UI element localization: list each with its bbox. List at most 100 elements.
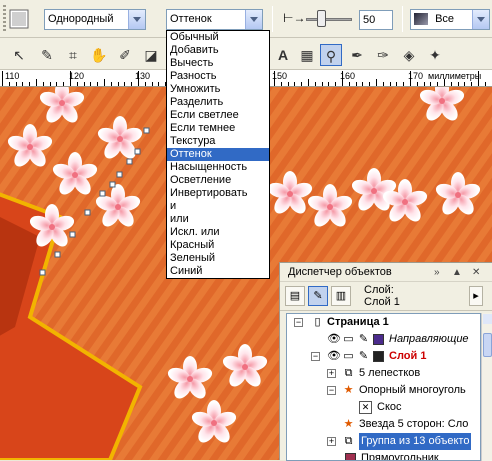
transparency-type-icon[interactable] (8, 8, 30, 30)
shape-tool-icon[interactable]: ✎ (36, 44, 58, 66)
opacity-slider-track[interactable] (306, 18, 352, 21)
interactive-fill-icon[interactable]: ✦ (424, 44, 446, 66)
ruler-tick (118, 82, 119, 86)
expand-toggle-icon[interactable]: + (327, 369, 336, 378)
show-properties-icon[interactable]: ▤ (285, 286, 305, 306)
ruler-tick (36, 79, 37, 86)
transparency-tool-icon[interactable]: ⚲ (320, 44, 342, 66)
dropdown-option[interactable]: Осветление (167, 174, 269, 187)
dropdown-option[interactable]: Оттенок (167, 148, 269, 161)
smart-fill-icon[interactable]: ◪ (140, 44, 162, 66)
dropdown-option[interactable]: Умножить (167, 83, 269, 96)
close-icon[interactable]: ✕ (472, 263, 480, 282)
flyout-arrow-icon[interactable]: ▸ (469, 286, 483, 306)
dropdown-option[interactable]: или (167, 213, 269, 226)
fill-target-icon (414, 13, 428, 25)
outline-pen-icon[interactable]: ✑ (372, 44, 394, 66)
ruler-tick (444, 79, 445, 86)
tree-row-star[interactable]: ★ Звезда 5 сторон: Сло (287, 416, 481, 433)
target-value: Все (435, 13, 454, 25)
docker-title: Диспетчер объектов (288, 266, 392, 278)
chevron-down-icon[interactable] (245, 10, 262, 29)
dropdown-option[interactable]: Разность (167, 70, 269, 83)
pencil-icon[interactable]: ✎ (357, 350, 370, 363)
dropdown-option[interactable]: Добавить (167, 44, 269, 57)
docker-toolbar: ▤ ✎ ▥ Слой: Слой 1 ▸ (280, 282, 492, 311)
ruler-tick (90, 82, 91, 86)
ruler-tick (430, 82, 431, 86)
opacity-input[interactable]: 50 (359, 10, 393, 30)
ruler-tick (369, 82, 370, 86)
text-tool-icon[interactable]: A (272, 44, 294, 66)
pan-tool-icon[interactable]: ✋ (88, 44, 110, 66)
chevron-down-icon[interactable] (128, 10, 145, 29)
blend-type-combo[interactable]: Однородный (44, 9, 146, 30)
blend-mode-dropdown-list[interactable]: ОбычныйДобавитьВычестьРазностьУмножитьРа… (166, 30, 270, 279)
collapse-toggle-icon[interactable]: − (294, 318, 303, 327)
crop-tool-icon[interactable]: ⌗ (62, 44, 84, 66)
opacity-slider-thumb[interactable] (317, 10, 326, 27)
expand-arrows-icon[interactable]: » (434, 263, 440, 282)
ruler-tick (77, 82, 78, 86)
dropdown-option[interactable]: Если светлее (167, 109, 269, 122)
pick-tool-icon[interactable]: ↖ (8, 44, 30, 66)
fill-bucket-icon[interactable]: ◈ (398, 44, 420, 66)
ruler-tick (301, 82, 302, 86)
ruler-tick (63, 82, 64, 86)
dropdown-option[interactable]: Вычесть (167, 57, 269, 70)
collapse-toggle-icon[interactable]: − (327, 386, 336, 395)
scroll-thumb[interactable] (483, 333, 492, 357)
tree-row-petals[interactable]: + ⧉ 5 лепестков (287, 365, 481, 382)
docker-title-bar[interactable]: Диспетчер объектов » ▲ ✕ (280, 263, 492, 282)
tree-row-guides[interactable]: 👁 ▭ ✎ Направляющие (287, 331, 481, 348)
dropdown-option[interactable]: Если темнее (167, 122, 269, 135)
tree-label-selected: Группа из 13 объекто (359, 433, 471, 450)
toolbar-grip[interactable] (3, 5, 6, 33)
dropdown-option[interactable]: Насыщенность (167, 161, 269, 174)
dropdown-option[interactable]: Синий (167, 265, 269, 278)
ruler-tick (328, 82, 329, 86)
dropdown-option[interactable]: Зеленый (167, 252, 269, 265)
curve-tool-icon[interactable]: ✐ (114, 44, 136, 66)
tree-row-polygon[interactable]: − ★ Опорный многоуголь (287, 382, 481, 399)
edit-across-layers-icon[interactable]: ✎ (308, 286, 328, 306)
tree-row-bevel[interactable]: ✕ Скос (287, 399, 481, 416)
printer-icon[interactable]: ▭ (342, 333, 355, 346)
blend-mode-value: Оттенок (170, 13, 212, 25)
blend-mode-combo[interactable]: Оттенок (166, 9, 263, 30)
eye-icon[interactable]: 👁 (327, 350, 340, 363)
layer-manager-view-icon[interactable]: ▥ (331, 286, 351, 306)
dropdown-option[interactable]: Искл. или (167, 226, 269, 239)
dropdown-option[interactable]: Разделить (167, 96, 269, 109)
dropdown-option[interactable]: и (167, 200, 269, 213)
tree-row-rectangle[interactable]: Прямоугольник (287, 450, 481, 461)
pencil-icon[interactable]: ✎ (357, 333, 370, 346)
tree-label: 5 лепестков (359, 365, 420, 382)
ruler-tick (403, 82, 404, 86)
tree-scrollbar[interactable] (481, 313, 492, 461)
tree-label: Опорный многоуголь (359, 382, 466, 399)
chevron-down-icon[interactable] (472, 10, 489, 29)
dropdown-option[interactable]: Текстура (167, 135, 269, 148)
dropdown-option[interactable]: Красный (167, 239, 269, 252)
dropdown-option[interactable]: Инвертировать (167, 187, 269, 200)
scroll-up-icon[interactable] (483, 314, 492, 324)
target-combo[interactable]: Все (410, 9, 490, 30)
eyedropper-icon[interactable]: ✒ (346, 44, 368, 66)
collapse-icon[interactable]: ▲ (452, 263, 462, 282)
ruler-label: 120 (69, 71, 84, 81)
ruler-tick (16, 82, 17, 86)
tree-row-page[interactable]: − ▯ Страница 1 (287, 314, 481, 331)
printer-icon[interactable]: ▭ (342, 350, 355, 363)
tree-row-group[interactable]: + ⧉ Группа из 13 объекто (287, 433, 481, 450)
ruler-tick (2, 71, 3, 86)
table-tool-icon[interactable]: ▦ (296, 44, 318, 66)
bevel-icon: ✕ (359, 401, 372, 414)
tree-row-layer1[interactable]: − 👁 ▭ ✎ Слой 1 (287, 348, 481, 365)
expand-toggle-icon[interactable]: + (327, 437, 336, 446)
eye-icon[interactable]: 👁 (327, 333, 340, 346)
collapse-toggle-icon[interactable]: − (311, 352, 320, 361)
ruler-tick (458, 82, 459, 86)
star-icon: ★ (342, 418, 355, 431)
dropdown-option[interactable]: Обычный (167, 31, 269, 44)
